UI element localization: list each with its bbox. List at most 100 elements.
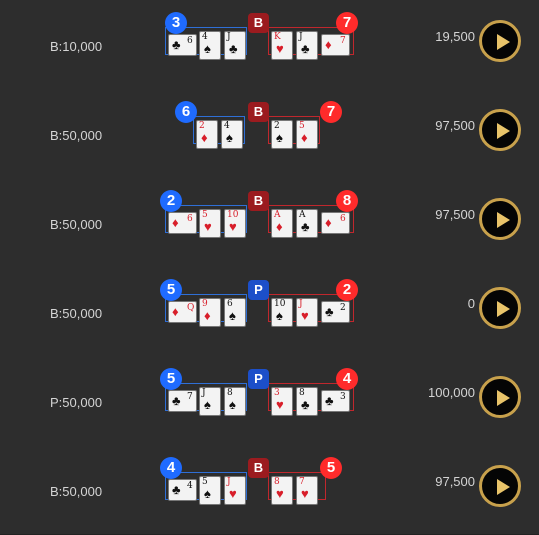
player-score-badge: 6 [175, 101, 197, 123]
winner-badge: P [248, 280, 269, 300]
replay-button[interactable] [479, 20, 521, 62]
card-suit-icon: ♥ [301, 308, 309, 323]
card-suit-icon: ♥ [276, 486, 284, 501]
card-rank: 6 [340, 214, 346, 224]
payout-amount: 19,500 [435, 29, 475, 44]
player-hand: 2 ♦ 4 ♠ [193, 116, 245, 149]
winner-badge: B [248, 13, 269, 33]
player-score-badge: 5 [160, 368, 182, 390]
card-suit-icon: ♦ [172, 304, 179, 319]
winner-badge: B [248, 191, 269, 211]
playing-card: 9 ♦ [199, 298, 221, 327]
card-suit-icon: ♠ [204, 41, 211, 56]
replay-button[interactable] [479, 376, 521, 418]
card-suit-icon: ♣ [301, 219, 310, 234]
replay-button[interactable] [479, 287, 521, 329]
card-suit-icon: ♥ [204, 219, 212, 234]
playing-card: 6 ♦ [168, 212, 197, 234]
bet-amount: B:50,000 [50, 484, 103, 499]
bet-amount: B:50,000 [50, 217, 103, 232]
player-score-badge: 4 [160, 457, 182, 479]
banker-score-badge: 4 [336, 368, 358, 390]
card-suit-icon: ♥ [301, 486, 309, 501]
playing-card: 2 ♦ [196, 120, 218, 149]
card-suit-icon: ♦ [276, 219, 283, 234]
playing-card: J ♠ [199, 387, 221, 416]
winner-badge: B [248, 102, 269, 122]
bet-amount: P:50,000 [50, 395, 103, 410]
card-suit-icon: ♠ [204, 397, 211, 412]
replay-button[interactable] [479, 465, 521, 507]
playing-card: 5 ♥ [199, 209, 221, 238]
card-suit-icon: ♦ [325, 215, 332, 230]
card-rank: 3 [340, 392, 346, 402]
playing-card: J ♣ [224, 31, 246, 60]
bet-history-list: B:10,000 19,500 6 ♣ 4 ♠ J ♣ K ♥ J ♣ 7 ♦ 3 7 B B:50,000 97,… [0, 0, 539, 535]
payout-amount: 97,500 [435, 118, 475, 133]
card-rank: 7 [340, 36, 346, 46]
card-suit-icon: ♣ [229, 41, 238, 56]
card-suit-icon: ♥ [229, 486, 237, 501]
playing-card: 4 ♠ [199, 31, 221, 60]
card-suit-icon: ♣ [172, 37, 181, 52]
banker-score-badge: 7 [336, 12, 358, 34]
card-suit-icon: ♥ [276, 41, 284, 56]
playing-card: 3 ♥ [271, 387, 293, 416]
playing-card: 2 ♠ [271, 120, 293, 149]
playing-card: 6 ♠ [224, 298, 246, 327]
card-suit-icon: ♠ [226, 130, 233, 145]
card-rank: 2 [340, 303, 346, 313]
payout-amount: 100,000 [428, 385, 475, 400]
payout-amount: 0 [467, 296, 475, 311]
playing-card: 8 ♣ [296, 387, 318, 416]
playing-card: 4 ♣ [168, 479, 197, 501]
card-suit-icon: ♣ [325, 393, 334, 408]
banker-score-badge: 8 [336, 190, 358, 212]
playing-card: 7 ♥ [296, 476, 318, 505]
playing-card: 7 ♣ [168, 390, 197, 412]
banker-score-badge: 2 [336, 279, 358, 301]
banker-hand: 8 ♥ 7 ♥ [268, 472, 326, 505]
replay-button[interactable] [479, 109, 521, 151]
card-suit-icon: ♠ [229, 397, 236, 412]
playing-card: 8 ♠ [224, 387, 246, 416]
playing-card: 6 ♣ [168, 34, 197, 56]
replay-button[interactable] [479, 198, 521, 240]
playing-card: A ♦ [271, 209, 293, 238]
playing-card: 8 ♥ [271, 476, 293, 505]
playing-card: 2 ♣ [321, 301, 350, 323]
payout-amount: 97,500 [435, 207, 475, 222]
payout-amount: 97,500 [435, 474, 475, 489]
banker-score-badge: 5 [320, 457, 342, 479]
card-suit-icon: ♣ [301, 397, 310, 412]
playing-card: A ♣ [296, 209, 318, 238]
card-suit-icon: ♣ [301, 41, 310, 56]
banker-score-badge: 7 [320, 101, 342, 123]
card-rank: 7 [187, 392, 193, 402]
card-suit-icon: ♦ [301, 130, 308, 145]
card-suit-icon: ♦ [325, 37, 332, 52]
card-rank: 6 [187, 214, 193, 224]
playing-card: J ♥ [296, 298, 318, 327]
banker-hand: 2 ♠ 5 ♦ [268, 116, 320, 149]
playing-card: 7 ♦ [321, 34, 350, 56]
card-suit-icon: ♥ [229, 219, 237, 234]
player-score-badge: 5 [160, 279, 182, 301]
player-score-badge: 3 [165, 12, 187, 34]
card-suit-icon: ♦ [204, 308, 211, 323]
bet-amount: B:50,000 [50, 128, 103, 143]
card-suit-icon: ♥ [276, 397, 284, 412]
playing-card: 5 ♠ [199, 476, 221, 505]
card-suit-icon: ♦ [201, 130, 208, 145]
card-suit-icon: ♣ [172, 482, 181, 497]
bet-amount: B:10,000 [50, 39, 103, 54]
card-suit-icon: ♠ [204, 486, 211, 501]
playing-card: J ♥ [224, 476, 246, 505]
card-suit-icon: ♠ [276, 130, 283, 145]
playing-card: 6 ♦ [321, 212, 350, 234]
playing-card: K ♥ [271, 31, 293, 60]
winner-badge: P [248, 369, 269, 389]
card-rank: Q [187, 303, 195, 313]
playing-card: 3 ♣ [321, 390, 350, 412]
bet-amount: B:50,000 [50, 306, 103, 321]
